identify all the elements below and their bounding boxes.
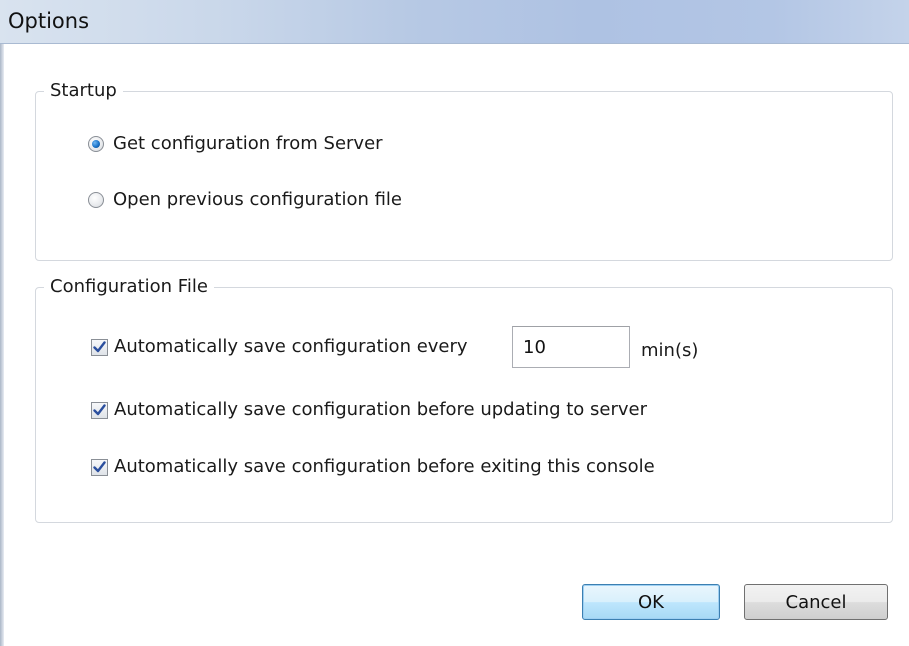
radio-selected-icon[interactable] bbox=[88, 136, 104, 152]
radio-get-config-from-server[interactable]: Get configuration from Server bbox=[88, 133, 383, 155]
ok-button[interactable]: OK bbox=[582, 584, 720, 620]
cancel-button[interactable]: Cancel bbox=[744, 584, 888, 620]
radio-open-previous-config-file[interactable]: Open previous configuration file bbox=[88, 189, 402, 211]
title-bar[interactable]: Options bbox=[0, 0, 909, 44]
startup-group bbox=[35, 91, 893, 261]
checkbox-auto-save-before-exit[interactable]: Automatically save configuration before … bbox=[91, 456, 655, 478]
radio-open-previous-config-file-label[interactable]: Open previous configuration file bbox=[113, 189, 402, 211]
window-left-border bbox=[0, 44, 4, 646]
window-title: Options bbox=[8, 9, 90, 33]
startup-group-label: Startup bbox=[44, 80, 123, 102]
checkbox-checked-icon[interactable] bbox=[91, 338, 108, 356]
checkbox-checked-icon[interactable] bbox=[91, 458, 108, 476]
configuration-file-group-label: Configuration File bbox=[44, 276, 214, 298]
radio-unselected-icon[interactable] bbox=[88, 192, 104, 208]
radio-get-config-from-server-label[interactable]: Get configuration from Server bbox=[113, 133, 383, 155]
checkbox-auto-save-before-update[interactable]: Automatically save configuration before … bbox=[91, 399, 647, 421]
minutes-unit-label: min(s) bbox=[641, 340, 699, 361]
checkbox-auto-save-before-exit-label[interactable]: Automatically save configuration before … bbox=[114, 456, 655, 478]
options-dialog: Options Startup Get configuration from S… bbox=[0, 0, 909, 646]
checkbox-checked-icon[interactable] bbox=[91, 401, 108, 419]
auto-save-minutes-input[interactable] bbox=[512, 326, 630, 368]
checkbox-auto-save-every[interactable]: Automatically save configuration every bbox=[91, 336, 468, 358]
checkbox-auto-save-before-update-label[interactable]: Automatically save configuration before … bbox=[114, 399, 647, 421]
checkbox-auto-save-every-label[interactable]: Automatically save configuration every bbox=[114, 336, 468, 358]
